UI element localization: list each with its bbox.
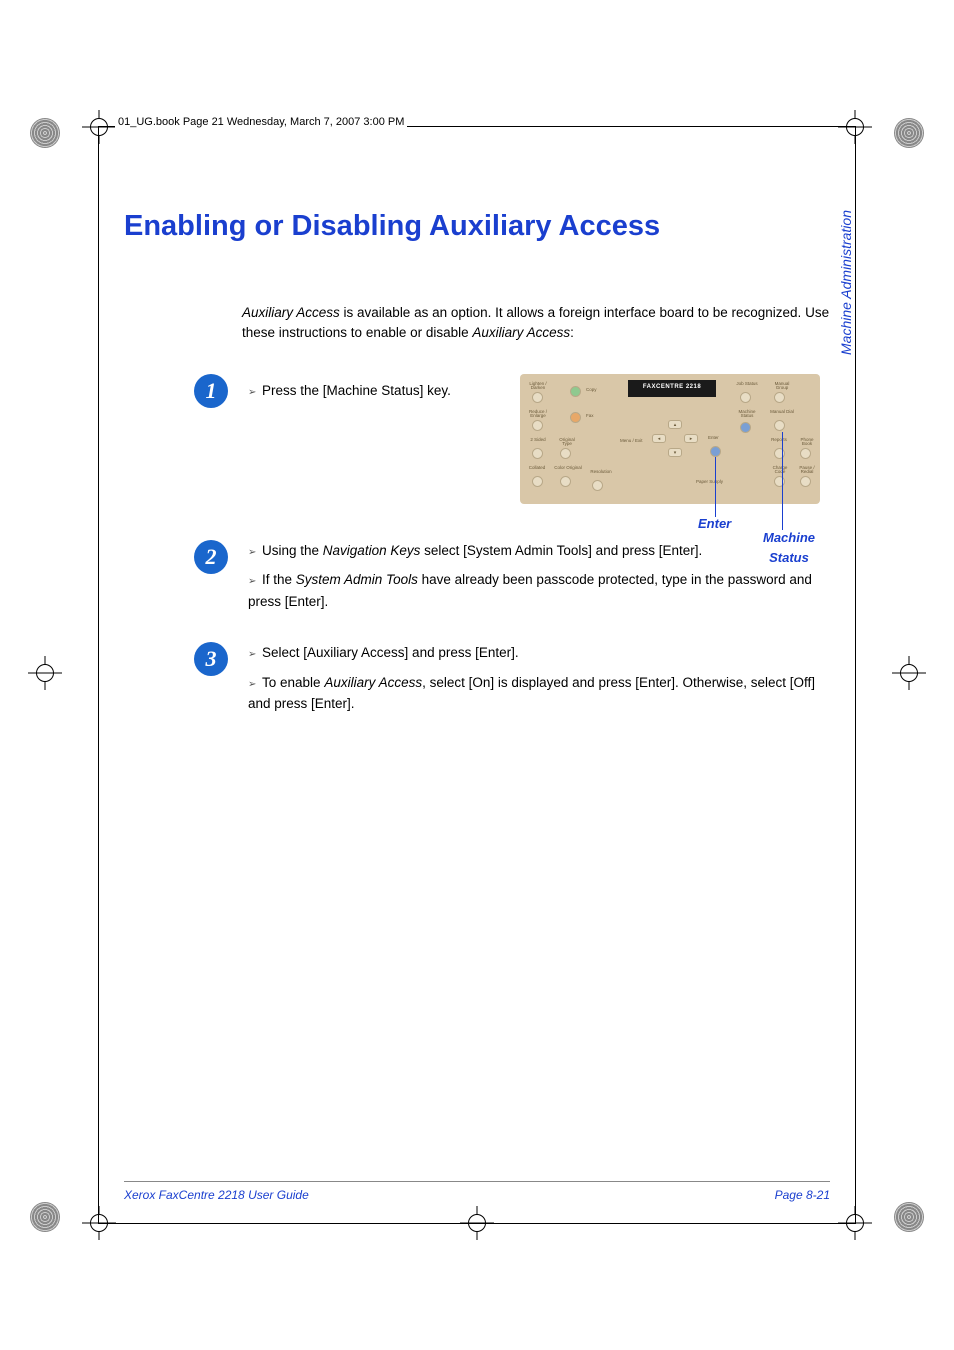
footer-page-number: Page 8-21 (775, 1188, 830, 1202)
bullet-arrow-icon: ➢ (248, 545, 258, 561)
panel-button (592, 480, 603, 491)
step-bullet: ➢If the System Admin Tools have already … (248, 569, 830, 612)
step-bullet: ➢ Press the [Machine Status] key. (248, 380, 500, 402)
control-panel-figure: FAXCENTRE 2218 Lighten / Darken Reduce /… (520, 374, 830, 510)
panel-button (800, 476, 811, 487)
panel-button (800, 448, 811, 459)
step-1: 1 ➢ Press the [Machine Status] key. FAXCE… (124, 374, 830, 510)
panel-label: Reports (768, 438, 790, 443)
panel-button (774, 476, 785, 487)
control-panel-image: FAXCENTRE 2218 Lighten / Darken Reduce /… (520, 374, 820, 504)
panel-label: Reduce / Enlarge (526, 410, 550, 420)
panel-label: 2 Sided (526, 438, 550, 443)
crop-mark (82, 110, 116, 144)
bullet-arrow-icon: ➢ (248, 647, 258, 663)
nav-right-button: ▸ (684, 434, 698, 443)
panel-label: Original Type (554, 438, 580, 448)
bullet-arrow-icon: ➢ (248, 385, 258, 401)
callout-machine-status: Machine Status (754, 528, 824, 570)
panel-label: Resolution (586, 470, 616, 475)
page-footer: Xerox FaxCentre 2218 User Guide Page 8-2… (124, 1181, 830, 1202)
step-text: Using the (262, 543, 323, 558)
panel-button (532, 392, 543, 403)
nav-up-button: ▴ (668, 420, 682, 429)
callout-line (715, 457, 716, 517)
callout-line (782, 432, 783, 530)
panel-button-fax (570, 412, 581, 423)
step-3: 3 ➢ Select [Auxiliary Access] and press [… (124, 642, 830, 723)
crop-mark (892, 656, 926, 690)
page-title: Enabling or Disabling Auxiliary Access (124, 210, 830, 243)
bullet-arrow-icon: ➢ (248, 574, 258, 590)
panel-label: Paper Supply (696, 480, 723, 485)
frame-line (855, 126, 856, 1224)
crop-mark (28, 656, 62, 690)
panel-machine-status-button (740, 422, 751, 433)
step-emphasis: Navigation Keys (323, 543, 421, 558)
panel-label: Pause / Redial (796, 466, 818, 476)
nav-down-button: ▾ (668, 448, 682, 457)
nav-left-button: ◂ (652, 434, 666, 443)
step-number-badge: 3 (194, 642, 228, 676)
step-text: If the (262, 572, 296, 587)
panel-screen: FAXCENTRE 2218 (628, 380, 716, 397)
running-header: 01_UG.book Page 21 Wednesday, March 7, 2… (115, 116, 407, 128)
step-bullet: ➢ Select [Auxiliary Access] and press [En… (248, 642, 830, 664)
step-2: 2 ➢ Using the Navigation Keys select [Sys… (124, 540, 830, 621)
panel-label: Phone Book (796, 438, 818, 448)
panel-button (774, 448, 785, 459)
panel-button (774, 392, 785, 403)
panel-label: Manual Group (770, 382, 794, 392)
panel-label: Lighten / Darken (526, 382, 550, 392)
footer-guide-title: Xerox FaxCentre 2218 User Guide (124, 1188, 309, 1202)
chapter-tab: Machine Administration (838, 210, 854, 355)
panel-label: Charge Code (768, 466, 792, 476)
step-text: To enable (262, 675, 324, 690)
panel-label: Copy (586, 388, 597, 393)
frame-line (98, 126, 99, 1224)
panel-button (560, 476, 571, 487)
frame-line (98, 1223, 856, 1224)
page-content: Enabling or Disabling Auxiliary Access A… (124, 210, 830, 1180)
step-number-badge: 2 (194, 540, 228, 574)
panel-button (532, 476, 543, 487)
intro-text: : (570, 325, 574, 340)
panel-label: Machine Status (734, 410, 760, 420)
panel-button (560, 448, 571, 459)
panel-label: Collated (524, 466, 550, 471)
panel-button-copy (570, 386, 581, 397)
step-number-badge: 1 (194, 374, 228, 408)
registration-mark (894, 1202, 924, 1232)
bullet-arrow-icon: ➢ (248, 677, 258, 693)
panel-button (532, 448, 543, 459)
panel-button (740, 392, 751, 403)
panel-enter-button (710, 446, 721, 457)
step-emphasis: Auxiliary Access (324, 675, 422, 690)
step-emphasis: System Admin Tools (296, 572, 418, 587)
panel-button (532, 420, 543, 431)
registration-mark (30, 1202, 60, 1232)
registration-mark (894, 118, 924, 148)
panel-label: Manual Dial (770, 410, 794, 415)
step-text: Press the [Machine Status] key. (262, 383, 451, 398)
step-text: Select [Auxiliary Access] and press [Ent… (262, 645, 519, 660)
panel-label: Job Status (736, 382, 758, 387)
panel-label: Fax (586, 414, 594, 419)
callout-enter: Enter (698, 514, 731, 535)
intro-emphasis: Auxiliary Access (472, 325, 570, 340)
panel-button (774, 420, 785, 431)
registration-mark (30, 118, 60, 148)
intro-emphasis: Auxiliary Access (242, 305, 340, 320)
intro-paragraph: Auxiliary Access is available as an opti… (242, 303, 830, 344)
panel-label: Color Original (554, 466, 582, 471)
step-bullet: ➢ Using the Navigation Keys select [Syste… (248, 540, 830, 562)
step-bullet: ➢To enable Auxiliary Access, select [On]… (248, 672, 830, 715)
panel-label: Menu / Exit (620, 439, 643, 444)
step-text: select [System Admin Tools] and press [E… (420, 543, 702, 558)
navigation-pad: ▴ ◂ ▸ ▾ (650, 420, 700, 460)
panel-label: Enter (708, 436, 719, 441)
